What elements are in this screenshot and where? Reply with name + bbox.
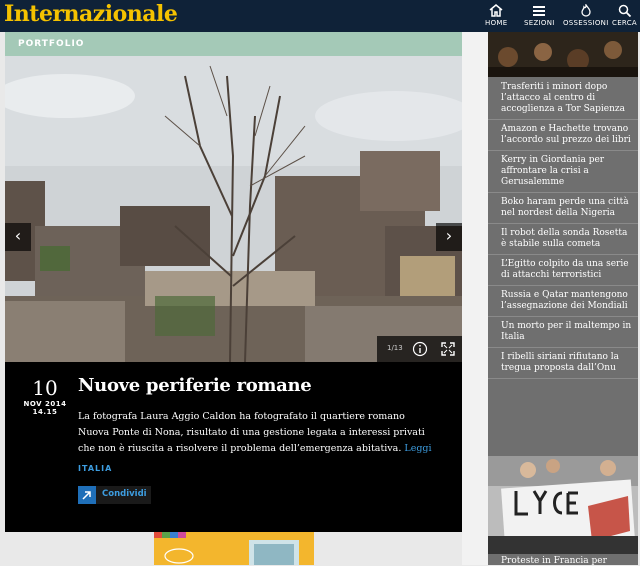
sidebar-photo-bottom[interactable] [488,456,638,554]
protest-photo-bottom [488,456,638,554]
share-button[interactable]: Condividi [78,486,151,504]
sidebar-news-list: Trasferiti i minori dopo l’attacco al ce… [488,78,638,379]
date-month-time: NOV 2014 14.15 [18,400,72,416]
sidebar-news-item[interactable]: Un morto per il maltempo in Italia [488,317,638,348]
photo-controls: 1/13 [377,336,462,362]
home-icon [489,4,503,17]
date-month: NOV 2014 [23,400,67,408]
section-bar: PORTFOLIO [5,32,462,56]
below-article [5,532,462,565]
section-label[interactable]: PORTFOLIO [18,39,84,49]
nav-sezioni[interactable]: SEZIONI [524,4,555,27]
read-more-link[interactable]: Leggi [404,443,431,454]
sidebar-news-item[interactable]: Boko haram perde una città nel nordest d… [488,193,638,224]
nav-home[interactable]: HOME [485,4,507,27]
sidebar-news-item[interactable]: Amazon e Hachette trovano l’accordo sul … [488,120,638,151]
article-summary: La fotografa Laura Aggio Caldon ha fotog… [78,409,438,457]
article-headline[interactable]: Nuove periferie romane [78,375,312,396]
main-column: PORTFOLIO ‹ › 1/13 10 NOV 2014 14.15 Nuo… [5,32,462,565]
menu-icon [533,6,546,16]
chevron-left-icon: ‹ [14,226,22,245]
sidebar-news: Trasferiti i minori dopo l’attacco al ce… [488,32,638,566]
photo-illustration [5,56,462,362]
sidebar-photo-top[interactable] [488,32,638,77]
crowd-photo-top [488,32,638,77]
nav-cerca[interactable]: CERCA [612,4,637,27]
gallery-photo[interactable]: ‹ › [5,56,462,362]
info-icon[interactable] [412,341,428,357]
fullscreen-icon[interactable] [440,341,456,357]
page-gutter [462,32,488,565]
date-day: 10 [32,376,58,400]
next-photo-button[interactable]: › [436,223,462,251]
article-panel: 10 NOV 2014 14.15 Nuove periferie romane… [5,362,462,532]
share-arrow-icon [78,486,96,504]
date-time: 14.15 [32,408,58,416]
nav-ossessioni[interactable]: OSSESSIONI [563,4,609,27]
prev-photo-button[interactable]: ‹ [5,223,31,251]
sidebar-news-item[interactable]: Russia e Qatar mantengono l’assegnazione… [488,286,638,317]
advertisement-banner[interactable] [154,532,314,565]
search-icon [618,4,631,17]
chevron-right-icon: › [445,226,453,245]
sidebar-news-item[interactable]: Il robot della sonda Rosetta è stabile s… [488,224,638,255]
ad-illustration [154,532,299,565]
sidebar-news-item[interactable]: I ribelli siriani rifiutano la tregua pr… [488,348,638,379]
share-label: Condividi [102,489,147,499]
sidebar-news-item[interactable]: Trasferiti i minori dopo l’attacco al ce… [488,78,638,120]
article-tag[interactable]: ITALIA [78,464,112,473]
sidebar-news-item[interactable]: Kerry in Giordania per affrontare la cri… [488,151,638,193]
sidebar-news-item[interactable]: L’Egitto colpito da una serie di attacch… [488,255,638,286]
flame-icon [581,4,591,17]
photo-counter: 1/13 [387,344,403,352]
summary-text: La fotografa Laura Aggio Caldon ha fotog… [78,411,425,454]
site-logo[interactable]: Internazionale [4,1,178,27]
top-bar: Internazionale HOME SEZIONI OSSESSIONI C… [0,0,640,32]
